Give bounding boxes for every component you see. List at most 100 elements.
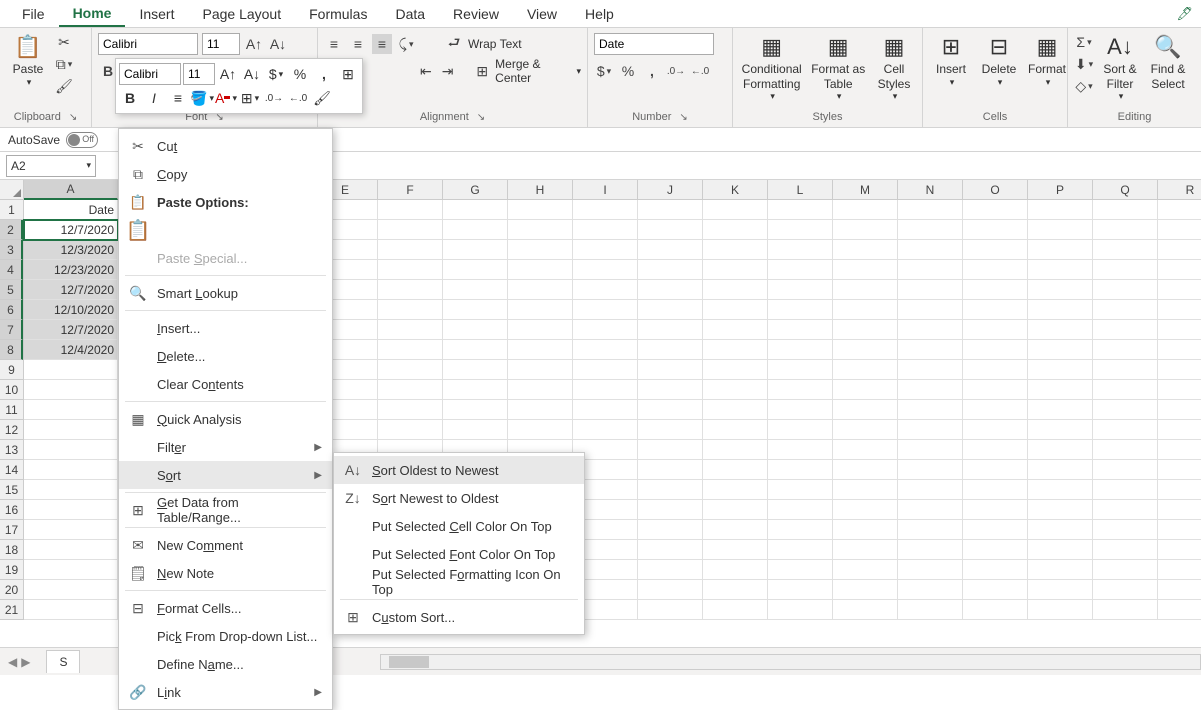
cell-R20[interactable] xyxy=(1158,580,1201,600)
cell-M16[interactable] xyxy=(833,500,898,520)
cell-R17[interactable] xyxy=(1158,520,1201,540)
cell-M1[interactable] xyxy=(833,200,898,220)
row-header-8[interactable]: 8 xyxy=(0,340,23,360)
cell-G7[interactable] xyxy=(443,320,508,340)
cell-L8[interactable] xyxy=(768,340,833,360)
ctx-item-22[interactable]: Pick From Drop-down List... xyxy=(119,622,332,650)
cell-Q15[interactable] xyxy=(1093,480,1158,500)
cell-R18[interactable] xyxy=(1158,540,1201,560)
cell-N2[interactable] xyxy=(898,220,963,240)
cell-A13[interactable] xyxy=(24,440,118,460)
cell-F12[interactable] xyxy=(378,420,443,440)
format-cells-button[interactable]: ▦Format▾ xyxy=(1025,32,1069,90)
cell-J21[interactable] xyxy=(638,600,703,620)
ctx-item-14[interactable]: Sort▶ xyxy=(119,461,332,489)
sort-item-3[interactable]: Put Selected Font Color On Top xyxy=(334,540,584,568)
cell-L1[interactable] xyxy=(768,200,833,220)
ctx-item-23[interactable]: Define Name... xyxy=(119,650,332,678)
column-header-P[interactable]: P xyxy=(1028,180,1093,200)
cell-A9[interactable] xyxy=(24,360,118,380)
cell-R16[interactable] xyxy=(1158,500,1201,520)
column-header-R[interactable]: R xyxy=(1158,180,1201,200)
cell-K20[interactable] xyxy=(703,580,768,600)
row-header-15[interactable]: 15 xyxy=(0,480,23,500)
cell-N8[interactable] xyxy=(898,340,963,360)
cell-Q7[interactable] xyxy=(1093,320,1158,340)
cell-A1[interactable]: Date xyxy=(24,200,118,220)
sort-item-6[interactable]: ⊞Custom Sort... xyxy=(334,603,584,631)
horizontal-scrollbar[interactable] xyxy=(380,654,1201,670)
cell-Q9[interactable] xyxy=(1093,360,1158,380)
cell-K4[interactable] xyxy=(703,260,768,280)
cell-K7[interactable] xyxy=(703,320,768,340)
menu-view[interactable]: View xyxy=(513,2,571,26)
cell-J11[interactable] xyxy=(638,400,703,420)
alignment-launcher[interactable]: ↘ xyxy=(477,112,485,123)
cell-J17[interactable] xyxy=(638,520,703,540)
mini-dec-decimal[interactable]: ←.0 xyxy=(287,87,309,109)
mini-borders[interactable]: ⊞▾ xyxy=(239,87,261,109)
cell-P10[interactable] xyxy=(1028,380,1093,400)
cell-M8[interactable] xyxy=(833,340,898,360)
cell-F5[interactable] xyxy=(378,280,443,300)
cell-I7[interactable] xyxy=(573,320,638,340)
autosave-toggle[interactable]: Off xyxy=(66,132,98,148)
currency-button[interactable]: $▾ xyxy=(594,61,614,81)
cell-M19[interactable] xyxy=(833,560,898,580)
font-size-select[interactable] xyxy=(202,33,240,55)
row-header-17[interactable]: 17 xyxy=(0,520,23,540)
cell-M3[interactable] xyxy=(833,240,898,260)
increase-font-button[interactable]: A↑ xyxy=(244,34,264,54)
mini-percent[interactable]: % xyxy=(289,63,311,85)
ctx-item-0[interactable]: ✂Cut xyxy=(119,132,332,160)
cell-N1[interactable] xyxy=(898,200,963,220)
cell-J15[interactable] xyxy=(638,480,703,500)
column-header-M[interactable]: M xyxy=(833,180,898,200)
cell-J16[interactable] xyxy=(638,500,703,520)
cell-A4[interactable]: 12/23/2020 xyxy=(24,260,118,280)
mini-table[interactable]: ⊞ xyxy=(337,63,359,85)
cell-O14[interactable] xyxy=(963,460,1028,480)
menu-home[interactable]: Home xyxy=(59,1,126,27)
cell-N10[interactable] xyxy=(898,380,963,400)
comma-button[interactable]: , xyxy=(642,61,662,81)
column-header-H[interactable]: H xyxy=(508,180,573,200)
cell-M9[interactable] xyxy=(833,360,898,380)
cell-A14[interactable] xyxy=(24,460,118,480)
cell-G4[interactable] xyxy=(443,260,508,280)
cell-O8[interactable] xyxy=(963,340,1028,360)
cell-O4[interactable] xyxy=(963,260,1028,280)
cell-J12[interactable] xyxy=(638,420,703,440)
number-format-select[interactable] xyxy=(594,33,714,55)
cell-H3[interactable] xyxy=(508,240,573,260)
ctx-item-18[interactable]: ✉New Comment xyxy=(119,531,332,559)
cell-L20[interactable] xyxy=(768,580,833,600)
cell-P3[interactable] xyxy=(1028,240,1093,260)
mini-format-painter[interactable]: 🖌 xyxy=(311,87,333,109)
menu-help[interactable]: Help xyxy=(571,2,628,26)
merge-center-button[interactable]: Merge & Center xyxy=(495,57,570,85)
align-top-button[interactable]: ≡ xyxy=(324,34,344,54)
cell-I4[interactable] xyxy=(573,260,638,280)
cell-G3[interactable] xyxy=(443,240,508,260)
cell-I12[interactable] xyxy=(573,420,638,440)
cell-J20[interactable] xyxy=(638,580,703,600)
cell-J10[interactable] xyxy=(638,380,703,400)
cell-K6[interactable] xyxy=(703,300,768,320)
cell-A8[interactable]: 12/4/2020 xyxy=(24,340,118,360)
cell-F1[interactable] xyxy=(378,200,443,220)
cell-O5[interactable] xyxy=(963,280,1028,300)
cell-M20[interactable] xyxy=(833,580,898,600)
cell-L14[interactable] xyxy=(768,460,833,480)
cell-styles-button[interactable]: ▦Cell Styles▾ xyxy=(872,32,916,104)
cell-H2[interactable] xyxy=(508,220,573,240)
ctx-item-21[interactable]: ⊟Format Cells... xyxy=(119,594,332,622)
cell-M5[interactable] xyxy=(833,280,898,300)
cell-L10[interactable] xyxy=(768,380,833,400)
cell-Q18[interactable] xyxy=(1093,540,1158,560)
cell-J3[interactable] xyxy=(638,240,703,260)
cut-button[interactable]: ✂ xyxy=(54,32,74,52)
cell-L21[interactable] xyxy=(768,600,833,620)
menu-insert[interactable]: Insert xyxy=(125,2,188,26)
cell-A18[interactable] xyxy=(24,540,118,560)
